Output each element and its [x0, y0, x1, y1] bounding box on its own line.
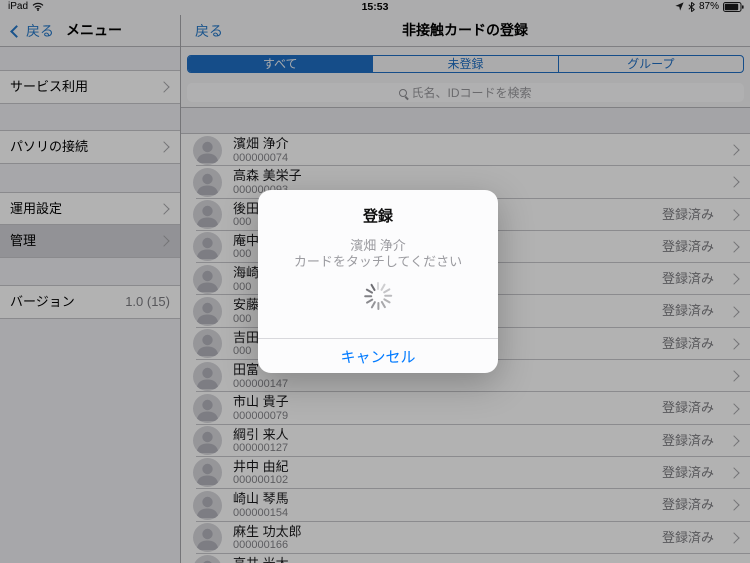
dialog-title: 登録: [362, 208, 393, 225]
dialog-message: カードをタッチしてください: [293, 254, 463, 269]
dialog-person-name: 濱畑 浄介: [350, 238, 406, 253]
activity-spinner-icon: [363, 282, 392, 310]
app-screen: iPad 15:53 87% 戻る メニュー 非接触カードの登録 戻る サービス…: [0, 0, 750, 563]
cancel-button[interactable]: キャンセル: [258, 339, 498, 373]
registration-dialog: 登録 濱畑 浄介 カードをタッチしてください キャンセル: [258, 190, 498, 373]
